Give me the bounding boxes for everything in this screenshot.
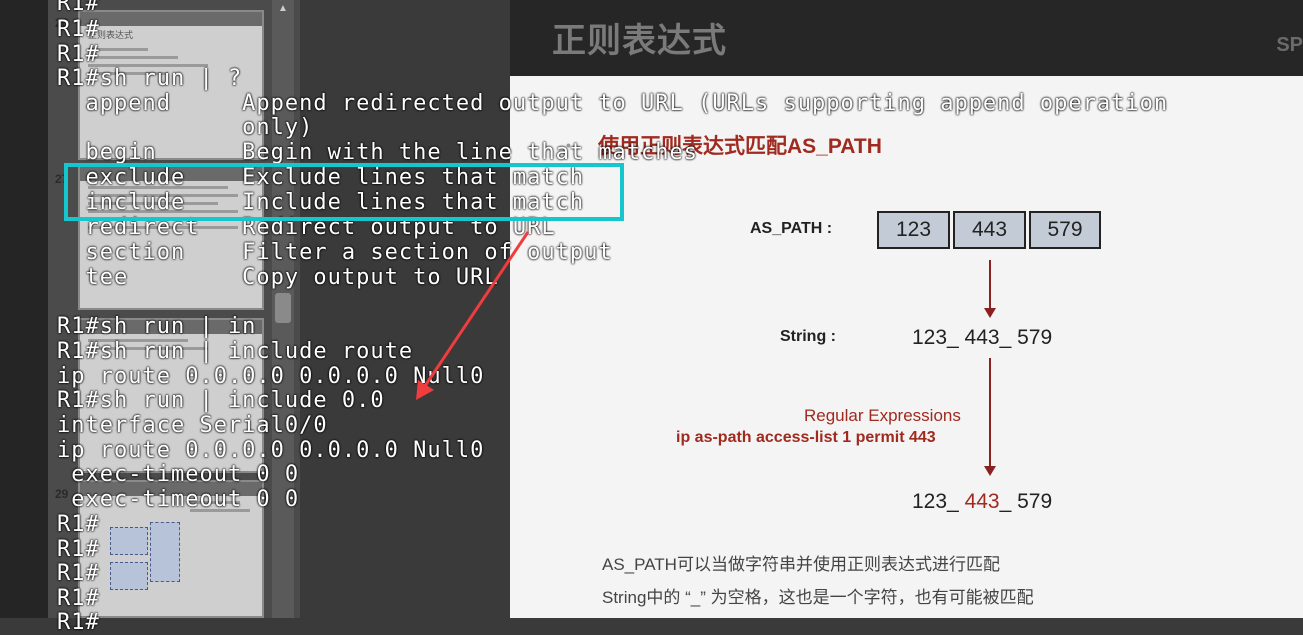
flow-arrow-head-icon <box>984 308 996 318</box>
terminal-line: R1#sh run | include 0.0 <box>57 388 385 413</box>
terminal-line: tee Copy output to URL <box>57 265 499 290</box>
scrollbar-thumb[interactable] <box>275 293 291 323</box>
scroll-up-arrow-icon[interactable]: ▲ <box>272 0 294 18</box>
thumbnail-title: 正则表达式 <box>88 30 134 40</box>
terminal-line: include Include lines that match <box>57 190 585 215</box>
terminal-line: R1# <box>57 610 100 635</box>
terminal-line: interface Serial0/0 <box>57 413 328 438</box>
slide-note: String中的 “_” 为空格，这也是一个字符，也有可能被匹配 <box>602 588 1034 607</box>
flow-arrow-line <box>989 358 991 466</box>
terminal-line: R1#sh run | ? <box>57 66 243 91</box>
terminal-line: R1# <box>57 0 100 16</box>
match-highlight: 443 <box>964 490 1000 513</box>
aspath-box: 123 <box>877 211 950 249</box>
aspath-box: 579 <box>1029 211 1101 249</box>
terminal-line: exec-timeout 0 0 <box>57 487 300 512</box>
match-suffix: _ 579 <box>999 490 1053 513</box>
slide-corner-text: SP <box>1276 34 1303 56</box>
terminal-line: redirect Redirect output to URL <box>57 215 556 240</box>
match-result: 123_ 443_ 579 <box>912 490 1052 514</box>
regex-command: ip as-path access-list 1 permit 443 <box>676 429 936 446</box>
terminal-line: begin Begin with the line that matches <box>57 140 699 165</box>
string-label: String : <box>780 328 836 345</box>
match-prefix: 123_ <box>912 490 965 513</box>
terminal-line: append Append redirected output to URL (… <box>57 91 1169 116</box>
terminal-line: only) <box>57 115 314 140</box>
string-value: 123_ 443_ 579 <box>912 326 1053 349</box>
terminal-line: R1# <box>57 586 100 611</box>
terminal-line: section Filter a section of output <box>57 240 613 265</box>
terminal-line: R1# <box>57 561 100 586</box>
regex-title: Regular Expressions <box>804 406 961 425</box>
terminal-line: R1# <box>57 17 100 42</box>
terminal-line: R1# <box>57 537 100 562</box>
terminal-line: exec-timeout 0 0 <box>57 462 300 487</box>
slide-note: AS_PATH可以当做字符串并使用正则表达式进行匹配 <box>602 555 1000 574</box>
terminal-line: ip route 0.0.0.0 0.0.0.0 Null0 <box>57 364 485 389</box>
aspath-label: AS_PATH : <box>750 220 833 237</box>
terminal-line: exclude Exclude lines that match <box>57 165 585 190</box>
aspath-box: 443 <box>953 211 1026 249</box>
slide-title: 正则表达式 <box>552 22 727 60</box>
flow-arrow-head-icon <box>984 466 996 476</box>
slide-header: 正则表达式 SP <box>510 0 1303 76</box>
window-left-edge <box>0 0 48 618</box>
terminal-line: R1# <box>57 42 100 67</box>
terminal-line: R1#sh run | include route <box>57 339 414 364</box>
terminal-line: ip route 0.0.0.0 0.0.0.0 Null0 <box>57 438 485 463</box>
flow-arrow-line <box>989 260 991 308</box>
terminal-line: R1#sh run | in <box>57 314 257 339</box>
terminal-line: R1# <box>57 512 100 537</box>
